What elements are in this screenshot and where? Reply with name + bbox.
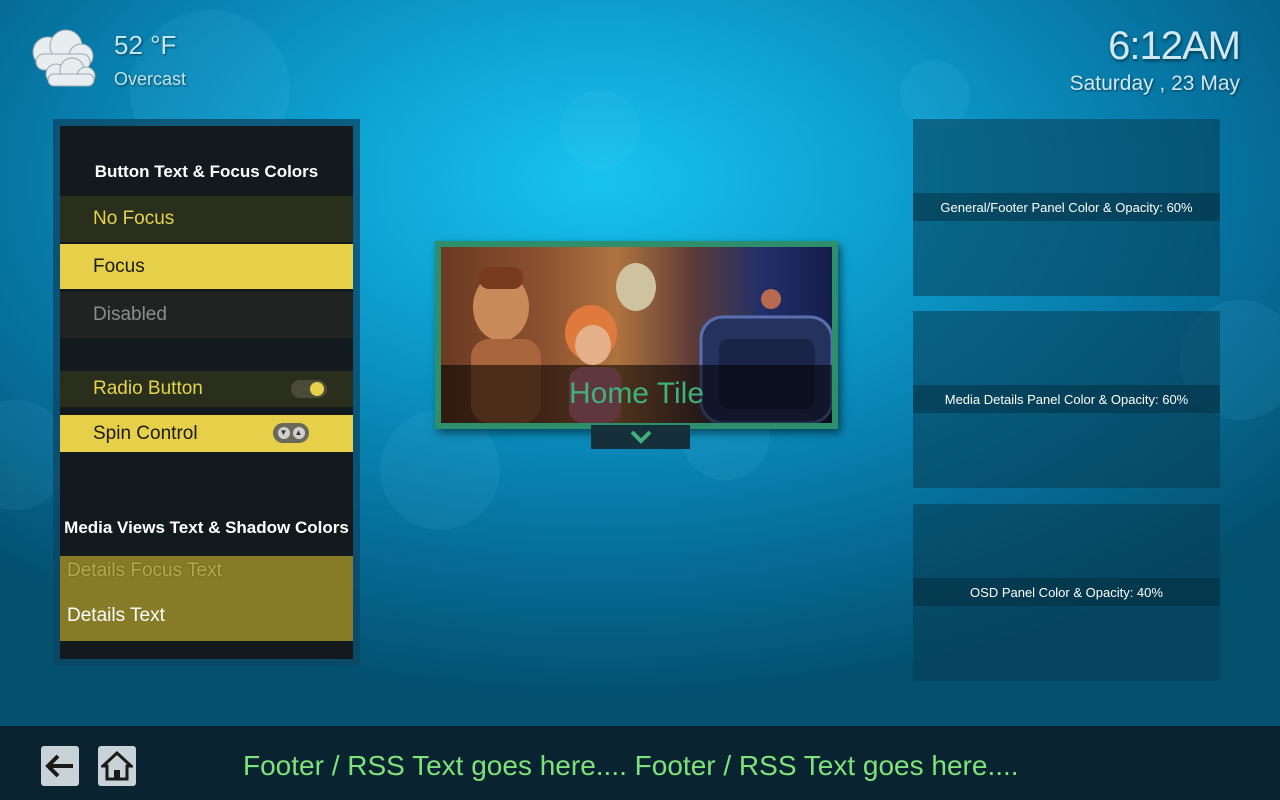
weather-temperature: 52 °F	[114, 30, 177, 60]
focus-button[interactable]: Focus	[60, 244, 353, 289]
cloud-icon	[26, 28, 98, 92]
details-text: Details Text	[67, 605, 165, 626]
no-focus-label: No Focus	[93, 208, 175, 229]
rss-ticker: Footer / RSS Text goes here.... Footer /…	[243, 750, 1019, 781]
general-footer-panel-sample: General/Footer Panel Color & Opacity: 60…	[913, 119, 1220, 296]
panel-label: OSD Panel Color & Opacity: 40%	[913, 578, 1220, 606]
no-focus-button[interactable]: No Focus	[60, 196, 353, 242]
details-focus-text: Details Focus Text	[67, 560, 222, 581]
button-section-title: Button Text & Focus Colors	[94, 162, 319, 181]
settings-panel: Button Text & Focus Colors No Focus Focu…	[60, 126, 353, 659]
media-section-title: Media Views Text & Shadow Colors	[64, 518, 349, 537]
media-details-panel-sample: Media Details Panel Color & Opacity: 60%	[913, 311, 1220, 488]
focus-label: Focus	[93, 255, 145, 277]
spin-arrows[interactable]: ▼ ▲	[273, 423, 309, 443]
clock-date: Saturday , 23 May	[1069, 72, 1240, 95]
panel-label: Media Details Panel Color & Opacity: 60%	[913, 385, 1220, 413]
tile-artwork: Home Tile	[441, 247, 832, 423]
disabled-button: Disabled	[60, 292, 353, 338]
weather-condition: Overcast	[114, 69, 187, 89]
back-arrow-icon[interactable]	[41, 746, 79, 786]
radio-label: Radio Button	[93, 378, 203, 399]
toggle-icon[interactable]	[291, 380, 327, 398]
clock-time: 6:12AM	[1108, 24, 1241, 68]
spin-label: Spin Control	[93, 422, 198, 444]
details-sample: Details Focus Text Details Text	[60, 556, 353, 641]
osd-panel-sample: OSD Panel Color & Opacity: 40%	[913, 504, 1220, 681]
disabled-label: Disabled	[93, 304, 167, 325]
tile-caption: Home Tile	[441, 365, 832, 423]
panel-label: General/Footer Panel Color & Opacity: 60…	[913, 193, 1220, 221]
footer-bar: Footer / RSS Text goes here.... Footer /…	[0, 726, 1280, 800]
chevron-down-icon[interactable]	[591, 425, 690, 449]
home-icon[interactable]	[98, 746, 136, 786]
spin-down-icon[interactable]: ▼	[277, 427, 290, 439]
background-bokeh	[560, 90, 640, 170]
home-tile[interactable]: Home Tile	[435, 241, 838, 429]
spin-up-icon[interactable]: ▲	[292, 427, 305, 439]
radio-button[interactable]: Radio Button	[60, 371, 353, 407]
spin-control[interactable]: Spin Control ▼ ▲	[60, 415, 353, 452]
